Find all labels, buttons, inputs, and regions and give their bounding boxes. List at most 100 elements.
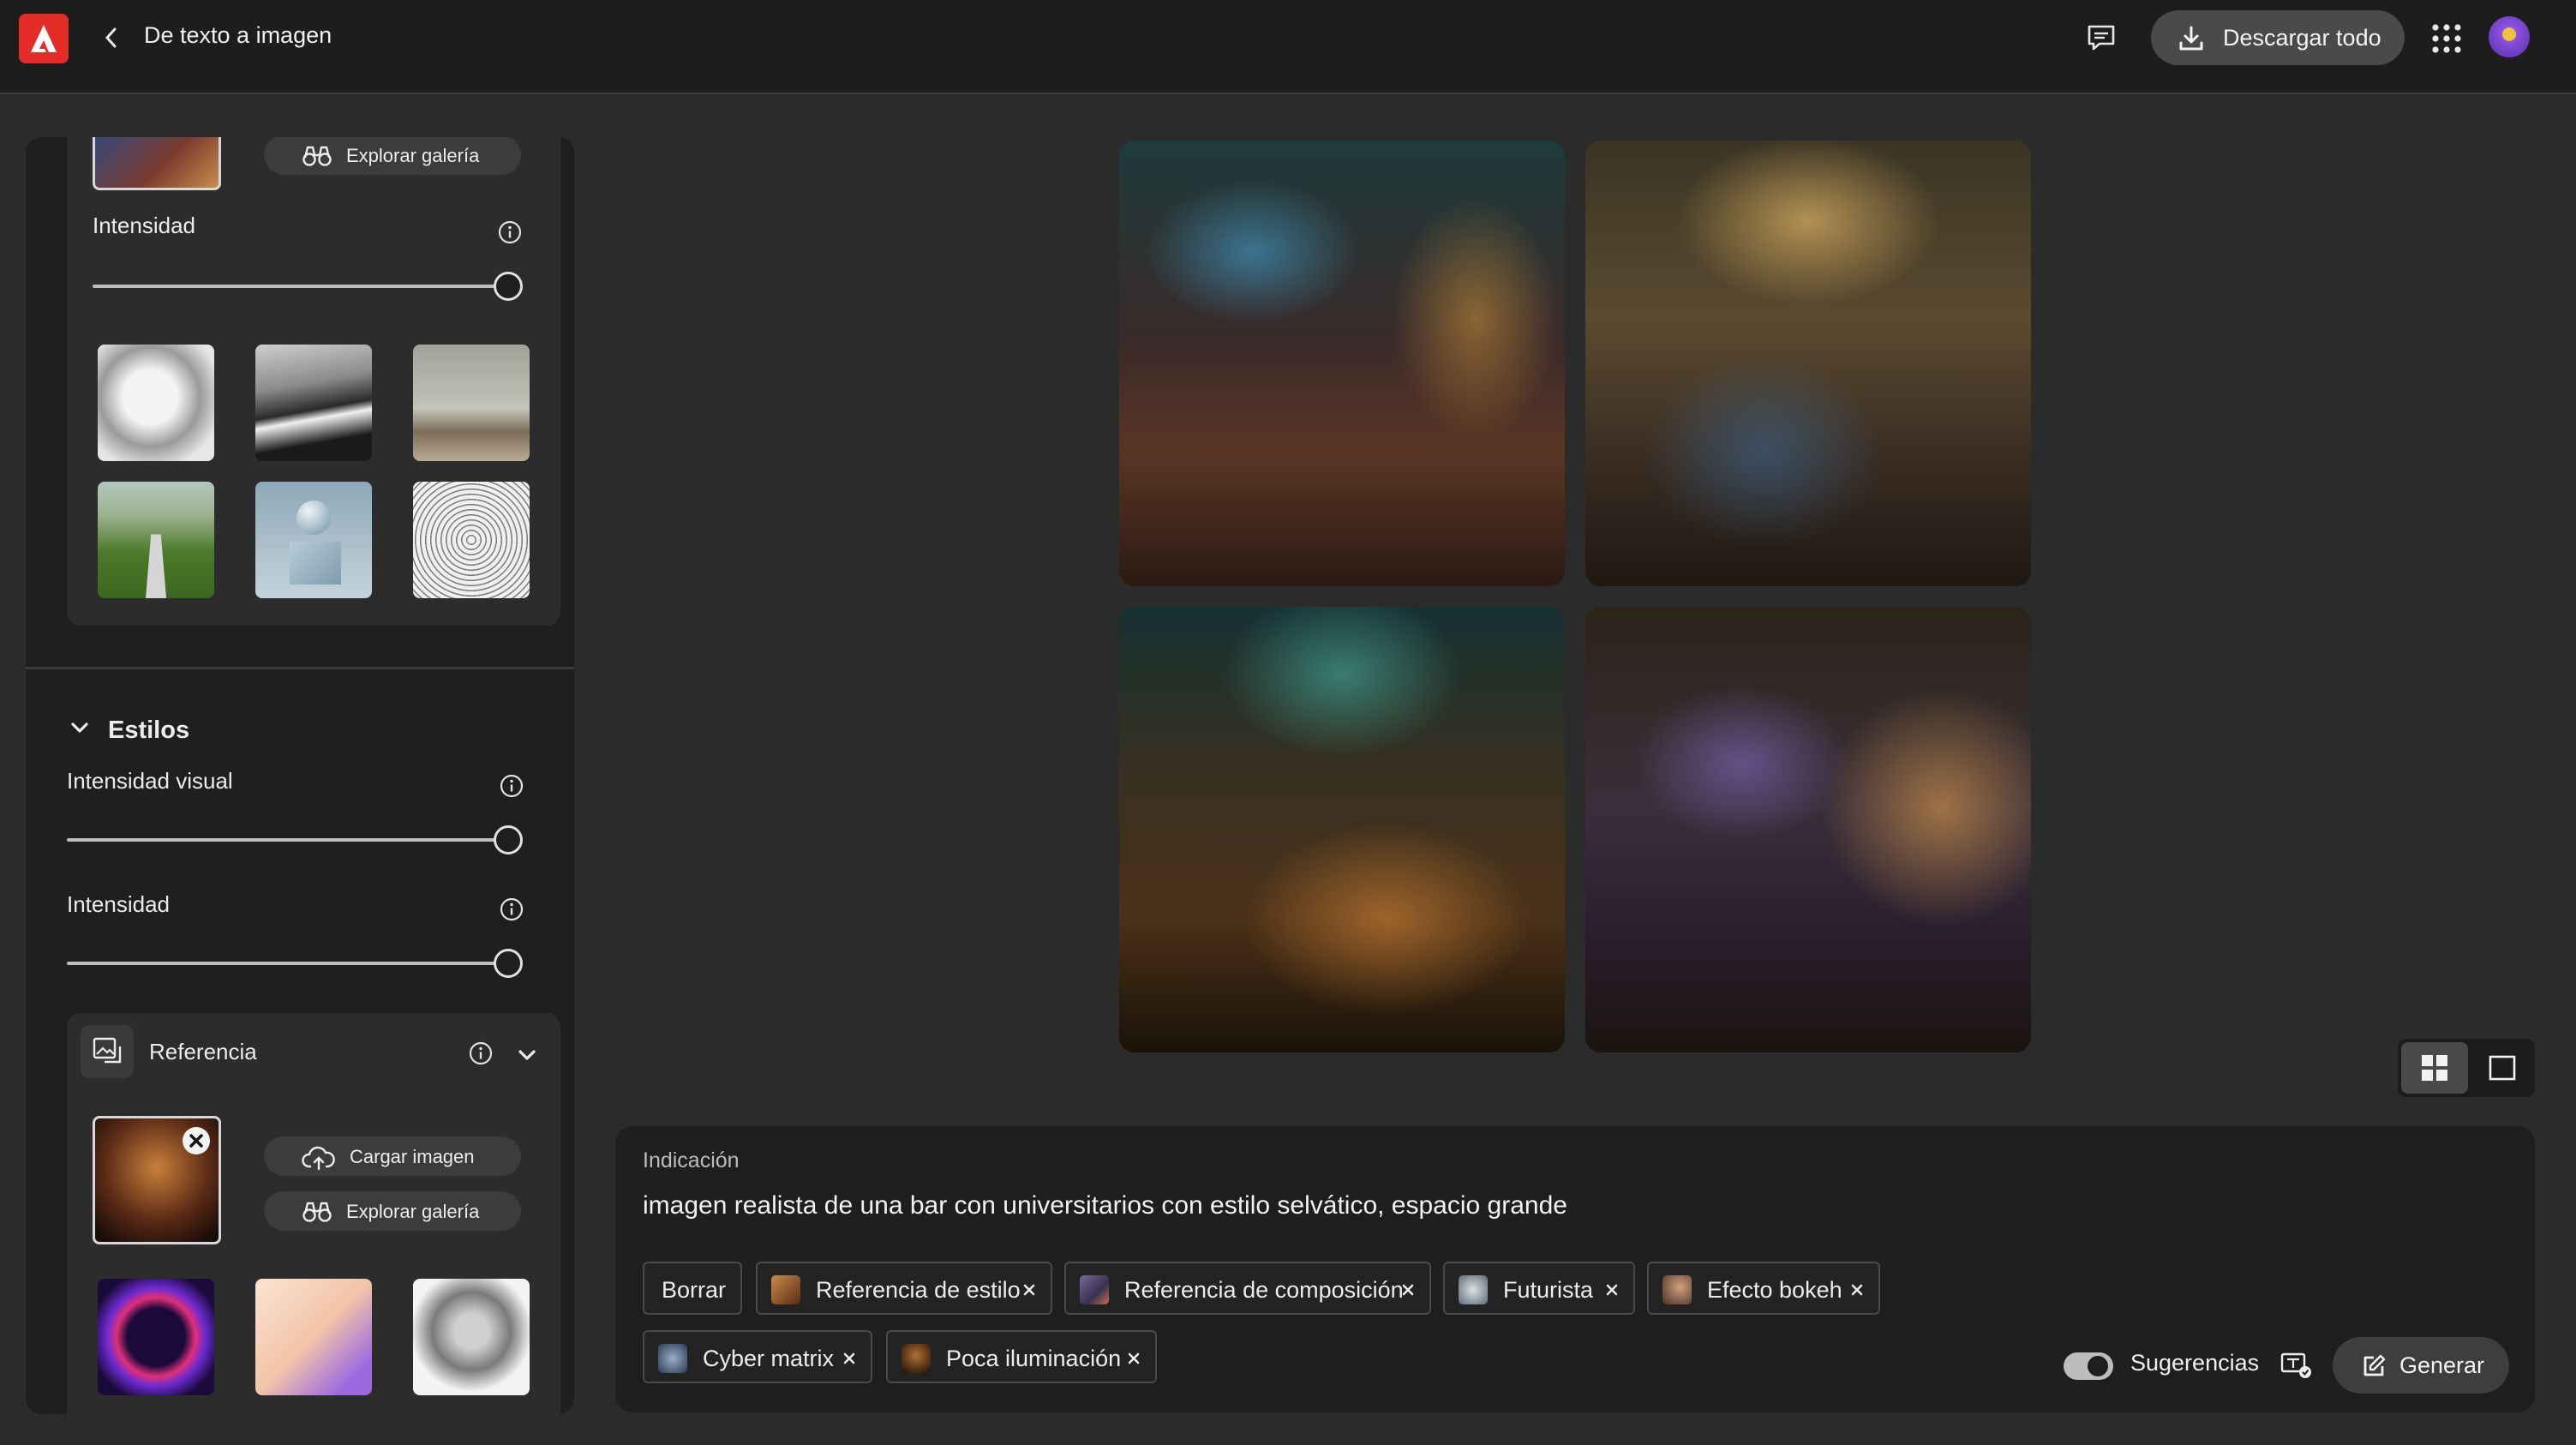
- top-bar: De texto a imagen Descargar todo: [0, 0, 2576, 94]
- clear-label: Borrar: [662, 1277, 727, 1303]
- style-thumb-bw-landscape[interactable]: [255, 345, 372, 461]
- chip-thumb: [1459, 1275, 1488, 1304]
- view-mode-toggle: [2398, 1039, 2535, 1097]
- intensity-slider-track[interactable]: [67, 962, 495, 965]
- road-shape: [144, 534, 168, 598]
- intensity-slider-handle[interactable]: [494, 949, 523, 978]
- chip-thumb: [658, 1344, 687, 1373]
- settings-panel: Explorar galería Intensidad Estilos Inte…: [26, 137, 574, 1414]
- grid-view-icon: [2422, 1055, 2447, 1081]
- cube-shape: [290, 542, 341, 585]
- remove-chip-icon[interactable]: [1021, 1282, 1037, 1298]
- style-thumb-green-road[interactable]: [98, 482, 214, 598]
- chip-thumb: [771, 1275, 800, 1304]
- reference-thumb-thumbs-up-3d[interactable]: [255, 1279, 372, 1395]
- reference-thumb-neon-astronaut[interactable]: [98, 1279, 214, 1395]
- info-icon[interactable]: [499, 773, 524, 799]
- chip-label: Referencia de estilo: [816, 1277, 1021, 1303]
- style-reference-card: Explorar galería Intensidad: [67, 137, 560, 626]
- info-icon[interactable]: [497, 219, 523, 245]
- info-icon[interactable]: [468, 1040, 494, 1066]
- download-all-label: Descargar todo: [2223, 25, 2381, 51]
- chip-label: Efecto bokeh: [1707, 1277, 1842, 1303]
- remove-reference-button[interactable]: [183, 1127, 210, 1154]
- generated-image-3[interactable]: [1119, 607, 1565, 1052]
- explore-gallery-button[interactable]: Explorar galería: [264, 137, 521, 175]
- upload-image-button[interactable]: Cargar imagen: [264, 1136, 521, 1176]
- chip-composition-reference[interactable]: Referencia de composición: [1064, 1262, 1431, 1315]
- visual-intensity-slider-track[interactable]: [67, 838, 495, 842]
- adobe-a-icon: [31, 25, 57, 52]
- remove-chip-icon[interactable]: [1604, 1282, 1620, 1298]
- grid-view-button[interactable]: [2401, 1042, 2468, 1094]
- explore-gallery-button[interactable]: Explorar galería: [264, 1191, 521, 1231]
- suggestions-label: Sugerencias: [2130, 1350, 2260, 1376]
- section-divider: [26, 667, 574, 669]
- reference-selected-thumbnail[interactable]: [93, 1116, 221, 1244]
- explore-gallery-label: Explorar galería: [346, 145, 480, 166]
- sphere-shape: [297, 501, 331, 535]
- prompt-input[interactable]: imagen realista de una bar con universit…: [643, 1191, 1567, 1220]
- chip-poca-iluminacion[interactable]: Poca iluminación: [886, 1330, 1157, 1383]
- style-thumb-bird-sketch[interactable]: [98, 345, 214, 461]
- remove-chip-icon[interactable]: [1400, 1282, 1416, 1298]
- remove-chip-icon[interactable]: [1849, 1282, 1865, 1298]
- reference-card: Referencia Cargar imagen Explorar galerí…: [67, 1013, 560, 1414]
- prompt-label: Indicación: [643, 1148, 740, 1172]
- intensity-label: Intensidad: [67, 891, 170, 917]
- visual-intensity-slider-handle[interactable]: [494, 825, 523, 854]
- reference-icon-box: [81, 1025, 134, 1078]
- apps-grid-icon[interactable]: [2430, 22, 2463, 55]
- style-thumb-3d-sphere[interactable]: [255, 482, 372, 598]
- close-icon: [189, 1134, 203, 1148]
- single-view-icon[interactable]: [2471, 1042, 2531, 1094]
- reference-image-icon: [93, 1037, 122, 1064]
- generated-image-2[interactable]: [1585, 141, 2031, 586]
- generate-icon: [2363, 1354, 2386, 1376]
- chip-label: Cyber matrix: [703, 1346, 835, 1371]
- expand-chevron-icon[interactable]: [516, 1044, 538, 1066]
- clear-button[interactable]: Borrar: [643, 1262, 742, 1315]
- reference-thumb-classical-portrait[interactable]: [413, 1279, 530, 1395]
- adobe-logo[interactable]: [19, 14, 69, 63]
- style-thumb-owl-sketch[interactable]: [413, 482, 530, 598]
- remove-chip-icon[interactable]: [842, 1351, 857, 1366]
- chip-style-reference[interactable]: Referencia de estilo: [756, 1262, 1052, 1315]
- suggestions-toggle[interactable]: [2064, 1352, 2113, 1380]
- remove-chip-icon[interactable]: [1126, 1351, 1141, 1366]
- chip-futurista[interactable]: Futurista: [1443, 1262, 1635, 1315]
- chip-label: Futurista: [1503, 1277, 1594, 1303]
- generated-image-1[interactable]: [1119, 141, 1565, 586]
- info-icon[interactable]: [499, 896, 524, 922]
- page-title: De texto a imagen: [144, 22, 332, 48]
- generate-button[interactable]: Generar: [2333, 1337, 2509, 1394]
- visual-intensity-label: Intensidad visual: [67, 768, 233, 794]
- binoculars-icon: [303, 146, 332, 166]
- download-icon: [2179, 26, 2203, 51]
- style-thumb-modern-interior[interactable]: [413, 345, 530, 461]
- collapse-chevron-icon[interactable]: [69, 717, 91, 739]
- prompt-settings-icon[interactable]: [2279, 1350, 2314, 1381]
- download-all-button[interactable]: Descargar todo: [2151, 10, 2405, 65]
- generate-label: Generar: [2399, 1352, 2485, 1378]
- chip-thumb: [1080, 1275, 1109, 1304]
- chip-label: Referencia de composición: [1124, 1277, 1404, 1303]
- intensity-label: Intensidad: [93, 213, 195, 238]
- explore-gallery-label: Explorar galería: [346, 1201, 480, 1222]
- upload-image-label: Cargar imagen: [350, 1146, 475, 1167]
- styles-heading[interactable]: Estilos: [108, 717, 189, 745]
- intensity-slider-handle[interactable]: [494, 272, 523, 301]
- back-chevron-icon[interactable]: [99, 24, 123, 51]
- chip-thumb: [1662, 1275, 1692, 1304]
- selected-style-thumbnail[interactable]: [93, 137, 221, 190]
- feedback-icon[interactable]: [2084, 21, 2118, 55]
- user-avatar[interactable]: [2489, 16, 2530, 57]
- generated-image-4[interactable]: [1585, 607, 2031, 1052]
- chip-label: Poca iluminación: [946, 1346, 1122, 1371]
- binoculars-icon: [303, 1202, 332, 1222]
- chip-cyber-matrix[interactable]: Cyber matrix: [643, 1330, 872, 1383]
- reference-heading: Referencia: [149, 1039, 257, 1064]
- chip-efecto-bokeh[interactable]: Efecto bokeh: [1647, 1262, 1880, 1315]
- intensity-slider-track[interactable]: [93, 285, 495, 288]
- cloud-upload-icon: [302, 1146, 335, 1170]
